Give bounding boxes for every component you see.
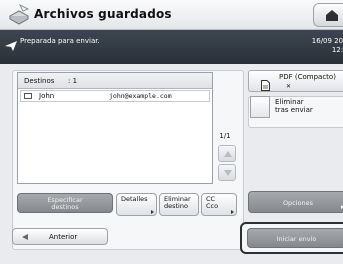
status-time: 12:55 — [331, 46, 343, 54]
list-item[interactable]: John john@example.com — [20, 90, 210, 102]
specify-destinations-button[interactable]: Especificar destinos — [17, 193, 113, 213]
home-icon — [326, 10, 338, 21]
details-label: Detalles — [121, 195, 148, 203]
chevron-right-icon — [231, 210, 234, 214]
home-button[interactable] — [313, 3, 343, 27]
file-format-label: PDF (Compacto) — [279, 73, 336, 81]
arrow-left-icon — [22, 234, 28, 240]
chevron-right-icon — [151, 210, 154, 214]
erase-after-send-toggle[interactable] — [250, 96, 270, 118]
send-paper-plane-icon — [4, 37, 18, 51]
options-label: Opciones — [282, 199, 314, 207]
scanner-send-icon — [7, 4, 31, 26]
status-datetime: 16/09 2011 12:55 — [286, 37, 343, 55]
list-header: Destinos : 1 — [18, 73, 212, 89]
list-item-name: John — [39, 92, 55, 100]
list-header-count: : 1 — [68, 77, 78, 85]
erase-after-send-label: Eliminar tras enviar — [275, 98, 313, 114]
delete-line2: destino — [164, 202, 188, 210]
destination-list: Destinos : 1 John john@example.com — [17, 72, 213, 184]
envelope-icon — [24, 93, 32, 99]
title-bar: Archivos guardados — [0, 0, 343, 30]
status-date: 16/09 2011 — [311, 37, 343, 45]
start-send-button[interactable]: Iniciar envío — [247, 228, 343, 248]
cc-line2: Cco — [206, 202, 219, 210]
start-send-frame: Iniciar envío — [240, 222, 343, 254]
page-title: Archivos guardados — [34, 7, 172, 21]
options-button[interactable]: Opciones — [248, 191, 343, 213]
scroll-up-button[interactable] — [218, 145, 236, 162]
triangle-down-icon — [224, 170, 232, 176]
file-format-sub: ✕ — [286, 83, 292, 90]
cc-bcc-button[interactable]: CC Cco — [201, 193, 237, 216]
scroll-down-button[interactable] — [218, 164, 236, 181]
back-button[interactable]: Anterior — [12, 228, 108, 245]
file-format-button[interactable]: PDF (Compacto) ✕ — [248, 70, 343, 92]
status-bar: Preparada para enviar. 16/09 2011 12:55 — [0, 30, 343, 64]
details-button[interactable]: Detalles — [116, 193, 157, 216]
back-label: Anterior — [49, 233, 78, 241]
list-item-email: john@example.com — [109, 92, 172, 100]
delete-destination-button[interactable]: Eliminar destino — [159, 193, 199, 216]
page-indicator: 1/1 — [219, 132, 231, 140]
triangle-up-icon — [224, 151, 232, 157]
list-header-label: Destinos — [24, 77, 55, 85]
erase-line1: Eliminar — [275, 98, 304, 106]
specify-line2: destinos — [51, 203, 79, 211]
status-message: Preparada para enviar. — [20, 37, 100, 45]
pdf-document-icon — [261, 76, 270, 91]
erase-line2: tras enviar — [275, 106, 313, 114]
